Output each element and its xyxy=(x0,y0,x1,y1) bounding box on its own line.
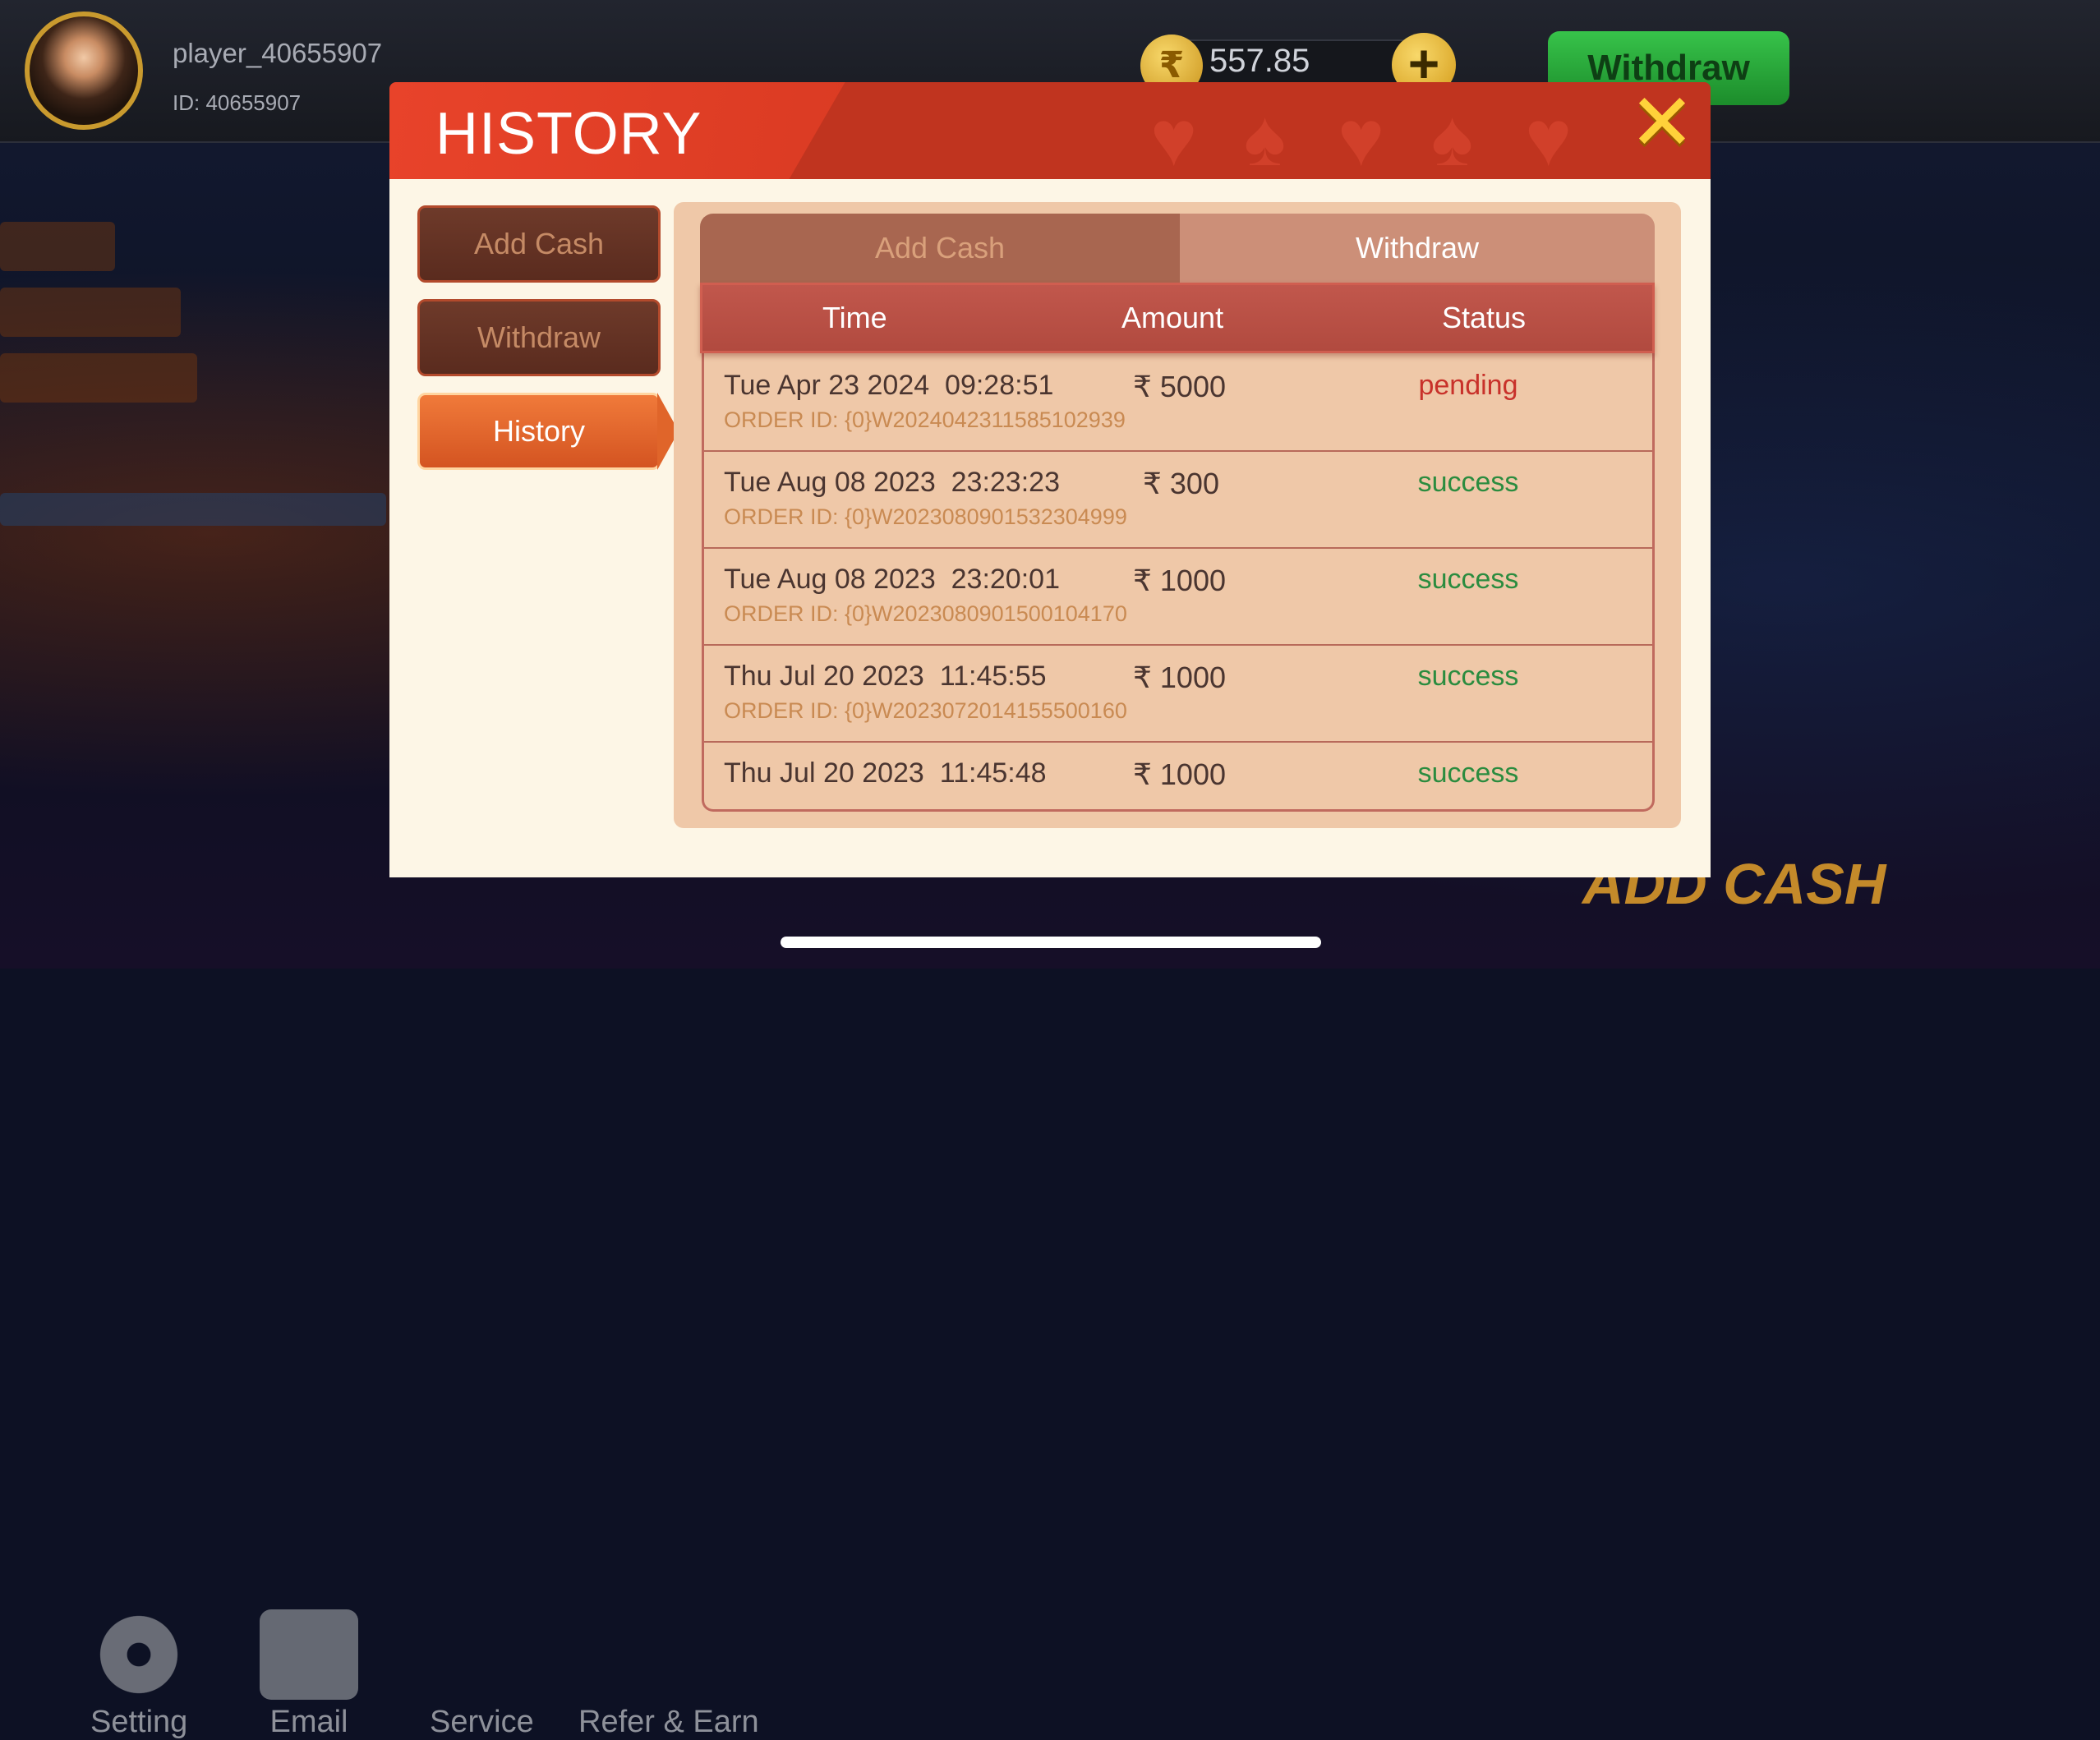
player-id: ID: 40655907 xyxy=(173,90,302,115)
row-status: success xyxy=(1417,661,1519,692)
envelope-icon xyxy=(260,1609,358,1700)
background-decoration xyxy=(0,353,197,403)
row-time: Tue Aug 08 2023 23:23:23 xyxy=(724,467,1060,498)
table-row: Thu Jul 20 2023 11:45:48 ₹ 1000 success xyxy=(704,741,1652,809)
history-modal: HISTORY ♥ ♠ ♥ ♠ ♥ ✕ Add Cash Withdraw Hi… xyxy=(389,82,1711,877)
add-user-icon xyxy=(619,1609,718,1700)
table-row: Thu Jul 20 2023 11:45:55 ₹ 1000 success … xyxy=(704,644,1652,743)
modal-header: HISTORY ♥ ♠ ♥ ♠ ♥ ✕ xyxy=(389,82,1711,179)
background-decoration xyxy=(0,288,181,337)
row-order-id: ORDER ID: {0}W2023080901500104170 xyxy=(724,601,1127,626)
row-time: Thu Jul 20 2023 11:45:55 xyxy=(724,661,1047,692)
row-status: pending xyxy=(1418,370,1518,401)
headset-icon xyxy=(432,1609,531,1700)
row-amount: ₹ 1000 xyxy=(1133,564,1226,597)
column-time: Time xyxy=(822,301,887,334)
gear-icon xyxy=(94,1609,185,1700)
nav-service-label: Service xyxy=(430,1705,534,1739)
avatar[interactable] xyxy=(25,12,143,130)
home-indicator xyxy=(781,937,1321,948)
spade-icon: ♠ xyxy=(1244,94,1286,179)
player-name: player_40655907 xyxy=(173,38,383,68)
row-time: Tue Apr 23 2024 09:28:51 xyxy=(724,370,1054,401)
table-row: Tue Aug 08 2023 23:23:23 ₹ 300 success O… xyxy=(704,450,1652,549)
column-amount: Amount xyxy=(1121,301,1224,334)
heart-icon: ♥ xyxy=(1525,94,1572,179)
close-icon[interactable]: ✕ xyxy=(1627,84,1697,163)
nav-refer-label: Refer & Earn xyxy=(578,1705,759,1739)
table-row: Tue Apr 23 2024 09:28:51 ₹ 5000 pending … xyxy=(704,353,1652,452)
row-amount: ₹ 300 xyxy=(1143,467,1219,500)
tab-add-cash[interactable]: Add Cash xyxy=(700,214,1180,283)
row-order-id: ORDER ID: {0}W2023080901532304999 xyxy=(724,504,1127,529)
row-amount: ₹ 1000 xyxy=(1133,661,1226,694)
balance-value: 557.85 xyxy=(1209,43,1310,79)
sidebar-add-cash-button[interactable]: Add Cash xyxy=(417,205,661,283)
background-decoration xyxy=(0,493,386,526)
row-status: success xyxy=(1417,757,1519,789)
nav-email[interactable]: Email xyxy=(260,1609,358,1740)
nav-email-label: Email xyxy=(269,1705,348,1739)
table-row: Tue Aug 08 2023 23:20:01 ₹ 1000 success … xyxy=(704,547,1652,646)
row-time: Thu Jul 20 2023 11:45:48 xyxy=(724,757,1047,789)
sidebar-withdraw-button[interactable]: Withdraw xyxy=(417,299,661,376)
history-table[interactable]: Tue Apr 23 2024 09:28:51 ₹ 5000 pending … xyxy=(702,283,1655,812)
nav-setting-label: Setting xyxy=(90,1705,188,1739)
heart-icon: ♥ xyxy=(1150,94,1197,179)
modal-body: Add Cash Withdraw History Add Cash Withd… xyxy=(389,179,1711,877)
row-time: Tue Aug 08 2023 23:20:01 xyxy=(724,564,1060,595)
nav-refer[interactable]: Refer & Earn xyxy=(578,1609,759,1740)
row-status: success xyxy=(1417,564,1519,595)
row-status: success xyxy=(1417,467,1519,498)
sidebar-history-button[interactable]: History xyxy=(417,393,661,470)
row-order-id: ORDER ID: {0}W2024042311585102939 xyxy=(724,407,1126,432)
modal-title: HISTORY xyxy=(435,101,702,167)
background-decoration xyxy=(0,222,115,271)
column-status: Status xyxy=(1442,301,1527,334)
tab-withdraw[interactable]: Withdraw xyxy=(1180,214,1655,283)
table-header: Time Amount Status xyxy=(700,283,1655,353)
row-amount: ₹ 5000 xyxy=(1133,370,1226,403)
spade-icon: ♠ xyxy=(1431,94,1473,179)
nav-setting[interactable]: Setting xyxy=(90,1609,187,1740)
nav-service[interactable]: Service xyxy=(430,1609,534,1740)
row-amount: ₹ 1000 xyxy=(1133,757,1226,791)
heart-icon: ♥ xyxy=(1338,94,1384,179)
row-order-id: ORDER ID: {0}W2023072014155500160 xyxy=(724,698,1127,723)
history-tabs: Add Cash Withdraw xyxy=(700,214,1655,283)
